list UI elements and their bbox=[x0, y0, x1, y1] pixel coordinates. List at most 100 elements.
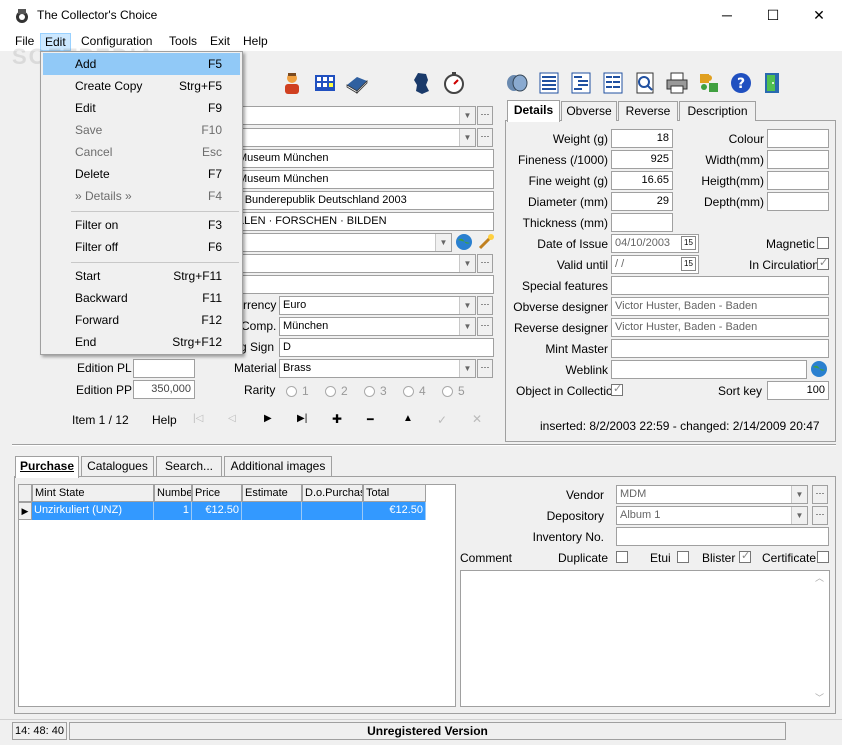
magnetic-checkbox[interactable] bbox=[817, 237, 829, 249]
vendor-combo[interactable]: MDM ▼ bbox=[616, 485, 808, 504]
grid-header-mint-state[interactable]: Mint State bbox=[32, 484, 154, 502]
book-icon[interactable] bbox=[345, 71, 369, 95]
menu-item-backward[interactable]: Backward F11 bbox=[43, 287, 240, 309]
edition-pp-field[interactable]: 350,000 bbox=[133, 380, 195, 399]
width-field[interactable] bbox=[767, 150, 829, 169]
combo-1[interactable]: ▼ bbox=[234, 106, 476, 125]
grid-cell-mint-state[interactable]: Unzirkuliert (UNZ) bbox=[32, 502, 154, 520]
currency-combo[interactable]: Euro ▼ bbox=[279, 296, 476, 315]
grid-header-date-of-purchase[interactable]: D.o.Purchas bbox=[302, 484, 363, 502]
menu-item-filter-off[interactable]: Filter off F6 bbox=[43, 236, 240, 258]
chevron-down-icon[interactable]: ▼ bbox=[459, 255, 475, 272]
comp-browse-button[interactable]: ··· bbox=[477, 317, 493, 336]
reverse-designer-field[interactable]: Victor Huster, Baden - Baden bbox=[611, 318, 829, 337]
grid-cell-number[interactable]: 1 bbox=[154, 502, 192, 520]
rarity-radio-3[interactable] bbox=[364, 386, 375, 397]
help-icon[interactable]: ? bbox=[729, 71, 753, 95]
diameter-field[interactable]: 29 bbox=[611, 192, 673, 211]
blister-checkbox[interactable] bbox=[739, 549, 751, 563]
comment-textarea[interactable]: ︿ ﹀ bbox=[460, 570, 830, 707]
globe-icon[interactable] bbox=[455, 233, 473, 251]
grid-header-total[interactable]: Total bbox=[363, 484, 426, 502]
museum-field-2[interactable]: Museum München bbox=[234, 170, 494, 189]
material-browse-button[interactable]: ··· bbox=[477, 359, 493, 378]
minimize-button[interactable]: ─ bbox=[704, 0, 750, 31]
report-icon[interactable] bbox=[601, 71, 625, 95]
stopwatch-icon[interactable] bbox=[442, 71, 466, 95]
fineness-field[interactable]: 925 bbox=[611, 150, 673, 169]
grid-cell-price[interactable]: €12.50 bbox=[192, 502, 242, 520]
last-record-icon[interactable]: ▶| bbox=[297, 413, 307, 424]
depository-combo[interactable]: Album 1 ▼ bbox=[616, 506, 808, 525]
grid-header-estimate[interactable]: Estimate bbox=[242, 484, 302, 502]
person-icon[interactable] bbox=[280, 71, 304, 95]
menu-item-forward[interactable]: Forward F12 bbox=[43, 309, 240, 331]
inventory-field[interactable] bbox=[616, 527, 829, 546]
browse-button-4[interactable]: ··· bbox=[477, 254, 493, 273]
next-record-icon[interactable]: ▶ bbox=[264, 413, 272, 424]
post-record-icon[interactable]: ✓ bbox=[437, 413, 447, 427]
grid-header-price[interactable]: Price bbox=[192, 484, 242, 502]
menu-item-delete[interactable]: Delete F7 bbox=[43, 163, 240, 185]
chevron-down-icon[interactable]: ▼ bbox=[791, 486, 807, 503]
menu-item-save[interactable]: Save F10 bbox=[43, 119, 240, 141]
chevron-down-icon[interactable]: ▼ bbox=[435, 234, 451, 251]
menu-item-filter-on[interactable]: Filter on F3 bbox=[43, 214, 240, 236]
combo-3[interactable]: ▼ bbox=[234, 233, 452, 252]
duplicate-checkbox[interactable] bbox=[616, 551, 628, 563]
country-field[interactable]: - Bunderepublik Deutschland 2003 bbox=[234, 191, 494, 210]
grid-cell-total[interactable]: €12.50 bbox=[363, 502, 426, 520]
currency-browse-button[interactable]: ··· bbox=[477, 296, 493, 315]
mintsign-field[interactable]: D bbox=[279, 338, 494, 357]
tab-description[interactable]: Description bbox=[679, 101, 756, 121]
tab-catalogues[interactable]: Catalogues bbox=[81, 456, 154, 476]
combo-2[interactable]: ▼ bbox=[234, 128, 476, 147]
chevron-down-icon[interactable]: ▼ bbox=[459, 107, 475, 124]
certificate-checkbox[interactable] bbox=[817, 551, 829, 563]
etui-checkbox[interactable] bbox=[677, 551, 689, 563]
menu-item-edit[interactable]: Edit F9 bbox=[43, 97, 240, 119]
coins-icon[interactable] bbox=[505, 71, 529, 95]
menu-help[interactable]: Help bbox=[239, 33, 272, 51]
preview-icon[interactable] bbox=[633, 71, 657, 95]
calculator-icon[interactable] bbox=[313, 71, 337, 95]
depth-field[interactable] bbox=[767, 192, 829, 211]
edit-record-icon[interactable]: ▲ bbox=[403, 413, 413, 424]
depository-browse-button[interactable]: ··· bbox=[812, 506, 828, 525]
rarity-radio-5[interactable] bbox=[442, 386, 453, 397]
grid-cell-date[interactable] bbox=[302, 502, 363, 520]
grid-cell-estimate[interactable] bbox=[242, 502, 302, 520]
combo-4[interactable]: ▼ bbox=[234, 254, 476, 273]
vendor-browse-button[interactable]: ··· bbox=[812, 485, 828, 504]
motto-field[interactable]: LLEN · FORSCHEN · BILDEN bbox=[234, 212, 494, 231]
menu-item-cancel[interactable]: Cancel Esc bbox=[43, 141, 240, 163]
menu-item-details[interactable]: » Details » F4 bbox=[43, 185, 240, 207]
circulation-checkbox[interactable] bbox=[817, 256, 829, 270]
calendar-icon[interactable]: 15 bbox=[681, 257, 696, 271]
tree-list-icon[interactable] bbox=[569, 71, 593, 95]
fineweight-field[interactable]: 16.65 bbox=[611, 171, 673, 190]
puzzle-icon[interactable] bbox=[697, 71, 721, 95]
cancel-record-icon[interactable]: ✕ bbox=[472, 412, 482, 426]
menu-item-end[interactable]: End Strg+F12 bbox=[43, 331, 240, 353]
museum-field-1[interactable]: Museum München bbox=[234, 149, 494, 168]
add-record-icon[interactable]: ✚ bbox=[332, 412, 342, 426]
grid-header-number[interactable]: Numbe bbox=[154, 484, 192, 502]
sortkey-field[interactable]: 100 bbox=[767, 381, 829, 400]
weight-field[interactable]: 18 bbox=[611, 129, 673, 148]
rarity-radio-1[interactable] bbox=[286, 386, 297, 397]
menu-item-add[interactable]: Add F5 bbox=[43, 53, 240, 75]
chevron-down-icon[interactable]: ▼ bbox=[459, 129, 475, 146]
browse-button-2[interactable]: ··· bbox=[477, 128, 493, 147]
tab-details[interactable]: Details bbox=[507, 100, 560, 122]
rarity-radio-4[interactable] bbox=[403, 386, 414, 397]
obverse-designer-field[interactable]: Victor Huster, Baden - Baden bbox=[611, 297, 829, 316]
mint-master-field[interactable] bbox=[611, 339, 829, 358]
help-link[interactable]: Help bbox=[152, 413, 177, 427]
chevron-down-icon[interactable]: ▼ bbox=[459, 318, 475, 335]
globe-icon[interactable] bbox=[810, 360, 828, 378]
tab-search[interactable]: Search... bbox=[156, 456, 222, 476]
tab-purchase[interactable]: Purchase bbox=[15, 456, 79, 478]
comment-scrollbar[interactable]: ︿ ﹀ bbox=[813, 571, 827, 706]
menu-exit[interactable]: Exit bbox=[206, 33, 234, 51]
